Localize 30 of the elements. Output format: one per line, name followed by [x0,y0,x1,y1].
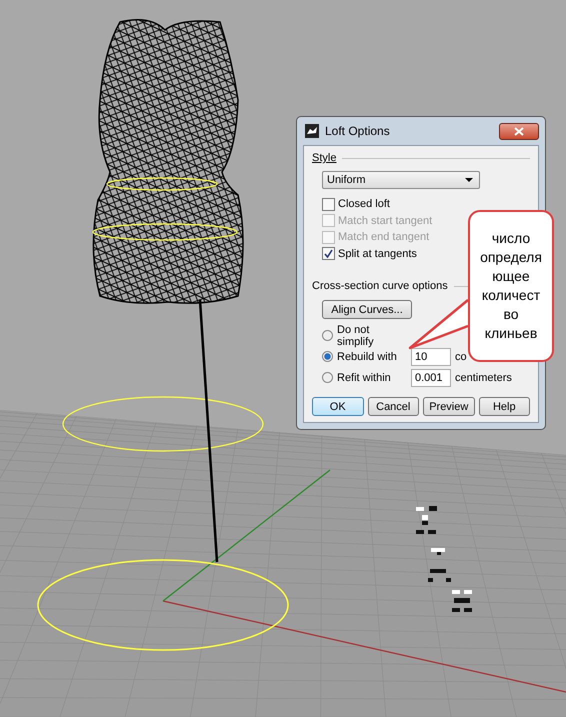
align-curves-button[interactable]: Align Curves... [322,300,412,319]
window-title: Loft Options [325,124,390,138]
dropdown-arrow-icon [465,178,473,182]
checkbox[interactable] [322,247,335,260]
group-label: Cross-section curve options [312,280,448,292]
radio-button[interactable] [322,372,333,383]
radio-button[interactable] [322,351,333,362]
radio-label: Rebuild with [337,350,398,362]
checkbox-label: Match start tangent [338,214,432,227]
input-field[interactable]: 10 [411,348,451,366]
close-icon [514,126,524,136]
unit-label: co [455,350,467,362]
checkbox-label: Match end tangent [338,231,430,244]
dialog-button[interactable]: Cancel [368,397,419,416]
radio-label: Do not simplify [337,324,375,348]
checkbox-label: Split at tangents [338,248,417,260]
dialog-button[interactable]: Preview [423,397,474,416]
checkbox-label: Closed loft [338,198,390,210]
callout-text: число определя ющее количест во клиньев [480,229,542,343]
dropdown-value: Uniform [327,174,366,186]
radio-label: Refit within [337,372,392,384]
unit-label: centimeters [455,372,512,384]
dialog-button[interactable]: OK [312,397,364,416]
group-label: Style [312,152,336,164]
input-field[interactable]: 0.001 [411,368,451,386]
radio-button[interactable] [322,330,333,341]
dialog-button[interactable]: Help [478,397,530,416]
checkbox[interactable] [322,198,335,211]
style-dropdown[interactable]: Uniform [322,171,480,189]
close-button[interactable] [499,122,539,140]
